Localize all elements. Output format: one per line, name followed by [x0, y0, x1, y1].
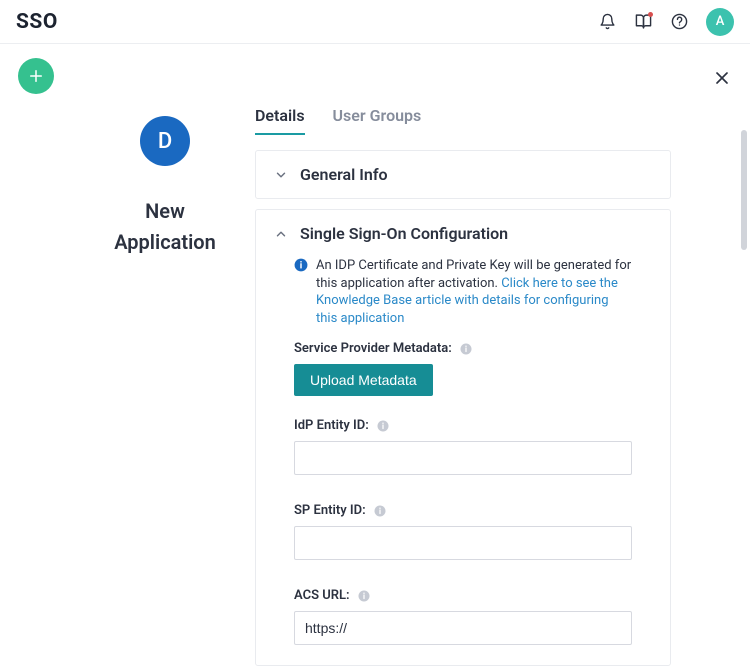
- hint-icon[interactable]: [358, 590, 370, 602]
- tab-user-groups[interactable]: User Groups: [333, 106, 422, 135]
- upload-metadata-button[interactable]: Upload Metadata: [294, 364, 433, 396]
- hint-icon[interactable]: [374, 505, 386, 517]
- scrollbar[interactable]: [741, 130, 747, 250]
- avatar[interactable]: A: [706, 8, 734, 36]
- hint-icon[interactable]: [377, 420, 389, 432]
- sp-entity-id-label: SP Entity ID:: [294, 503, 632, 518]
- acs-url-input[interactable]: [294, 611, 632, 645]
- add-button[interactable]: [18, 58, 54, 94]
- panel-side: D New Application: [75, 46, 255, 604]
- info-note-text: An IDP Certificate and Private Key will …: [316, 257, 632, 327]
- app-title: New Application: [75, 196, 255, 258]
- idp-entity-id-label: IdP Entity ID:: [294, 418, 632, 433]
- help-icon[interactable]: [670, 13, 688, 31]
- topbar-right: A: [598, 8, 734, 36]
- sp-metadata-label: Service Provider Metadata:: [294, 341, 632, 356]
- idp-entity-id-input[interactable]: [294, 441, 632, 475]
- info-icon: [294, 258, 308, 327]
- top-bar: SSO A: [0, 0, 750, 44]
- app-avatar: D: [140, 116, 190, 166]
- section-sso-title: Single Sign-On Configuration: [300, 224, 508, 243]
- notification-dot: [648, 12, 653, 17]
- hint-icon[interactable]: [460, 343, 472, 355]
- chevron-up-icon: [274, 227, 288, 241]
- sp-entity-id-input[interactable]: [294, 526, 632, 560]
- info-note: An IDP Certificate and Private Key will …: [294, 257, 632, 327]
- brand-logo: SSO: [16, 10, 58, 34]
- tab-details[interactable]: Details: [255, 106, 305, 135]
- section-general-info-header[interactable]: General Info: [256, 151, 670, 198]
- section-general-info: General Info: [255, 150, 671, 199]
- close-icon[interactable]: [712, 68, 732, 92]
- section-general-info-title: General Info: [300, 165, 388, 184]
- section-sso-header[interactable]: Single Sign-On Configuration: [256, 210, 670, 257]
- bell-icon[interactable]: [598, 13, 616, 31]
- detail-panel: D New Application Details User Groups Ge…: [75, 46, 734, 604]
- tabs: Details User Groups: [255, 106, 734, 136]
- section-sso-config: Single Sign-On Configuration An IDP Cert…: [255, 209, 671, 666]
- book-icon[interactable]: [634, 13, 652, 31]
- panel-main: Details User Groups General Info Single …: [255, 46, 734, 604]
- acs-url-label: ACS URL:: [294, 588, 632, 603]
- chevron-down-icon: [274, 168, 288, 182]
